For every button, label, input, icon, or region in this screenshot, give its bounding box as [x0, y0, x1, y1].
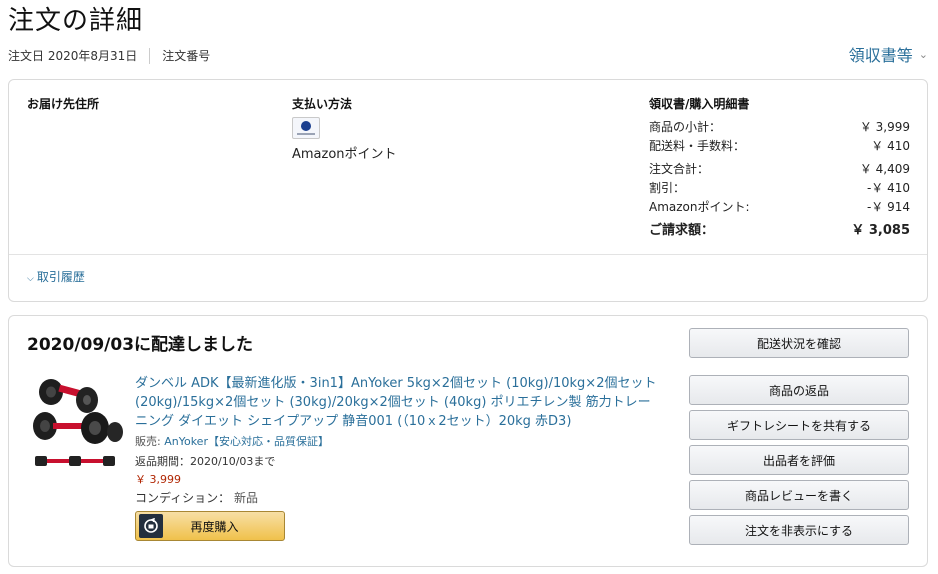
order-date: 2020年8月31日 — [47, 49, 138, 63]
track-package-button[interactable]: 配送状況を確認 — [689, 328, 909, 358]
meta-divider — [149, 47, 151, 64]
totals-row: Amazonポイント: -￥ 914 — [649, 198, 910, 217]
card-logo — [301, 121, 311, 131]
receipt-link-label: 領収書等 — [848, 46, 913, 65]
delivery-status: 2020/09/03に配達しました — [27, 335, 254, 355]
order-summary-panel: お届け先住所 支払い方法 Amazonポイント 領収書/購入明細書 商品の小計：… — [8, 79, 928, 302]
buy-again-icon — [139, 514, 163, 538]
totals-value: ￥ 4,409 — [859, 162, 910, 176]
totals-table: 商品の小計： ￥ 3,999 配送料・手数料： ￥ 410 注文合計： ￥ 4,… — [649, 118, 910, 240]
grand-total-row: ご請求額： ￥ 3,085 — [649, 221, 910, 240]
totals-value: -￥ 914 — [866, 200, 910, 214]
grand-total-label: ご請求額： — [649, 223, 715, 238]
transaction-history-label: 取引履歴 — [36, 270, 85, 284]
card-lines — [297, 133, 315, 135]
totals-row: 配送料・手数料： ￥ 410 — [649, 137, 910, 156]
return-deadline: 返品期間：2020/10/03まで — [135, 455, 276, 468]
totals-value: ￥ 410 — [871, 139, 910, 153]
rate-seller-button[interactable]: 出品者を評価 — [689, 445, 909, 475]
receipt-dropdown[interactable]: 領収書等 ⌄ — [849, 42, 928, 66]
receipt-heading: 領収書/購入明細書 — [649, 97, 750, 111]
totals-value: -￥ 410 — [866, 181, 910, 195]
card-icon — [292, 117, 320, 139]
grand-total-value: ￥ 3,085 — [851, 223, 910, 238]
order-number-label: 注文番号 — [162, 49, 211, 63]
buy-again-button[interactable]: 再度購入 — [135, 511, 285, 541]
return-item-button[interactable]: 商品の返品 — [689, 375, 909, 405]
share-gift-receipt-button[interactable]: ギフトレシートを共有する — [689, 410, 909, 440]
summary-divider — [9, 254, 927, 255]
write-review-button[interactable]: 商品レビューを書く — [689, 480, 909, 510]
totals-label: 商品の小計： — [649, 120, 722, 134]
payment-method-label: 支払い方法 — [292, 97, 353, 111]
order-meta: 注文日 2020年8月31日 注文番号 — [8, 47, 210, 64]
product-title-link[interactable]: ダンベル ADK【最新進化版・3in1】AnYoker 5kg×2個セット (1… — [135, 374, 659, 431]
transaction-history-toggle[interactable]: ⌵ 取引履歴 — [27, 268, 85, 285]
seller-line: 販売: AnYoker【安心対応・品質保証】 — [135, 433, 329, 449]
page-title: 注文の詳細 — [8, 6, 144, 36]
condition-label: コンディション： — [135, 491, 231, 505]
totals-label: Amazonポイント: — [649, 200, 750, 214]
shipment-panel: 2020/09/03に配達しました ダンベル ADK【最新進化版・3in1】An… — [8, 315, 928, 567]
order-date-label: 注文日 — [8, 49, 45, 63]
buy-again-label: 再度購入 — [190, 519, 239, 534]
totals-row: 割引： -￥ 410 — [649, 179, 910, 198]
seller-label: 販売: — [135, 435, 161, 448]
hide-order-button[interactable]: 注文を非表示にする — [689, 515, 909, 545]
item-price: ￥ 3,999 — [135, 473, 181, 486]
shipping-address-label: お届け先住所 — [27, 97, 100, 111]
condition-value: 新品 — [234, 491, 259, 505]
payment-method: Amazonポイント — [292, 147, 397, 162]
totals-row: 注文合計： ￥ 4,409 — [649, 160, 910, 179]
condition-line: コンディション： 新品 — [135, 489, 258, 506]
totals-label: 配送料・手数料： — [649, 139, 746, 153]
seller-link[interactable]: AnYoker【安心対応・品質保証】 — [164, 435, 329, 448]
chevron-down-icon: ⌄ — [918, 47, 928, 61]
totals-label: 割引： — [649, 181, 686, 195]
chevron-down-icon: ⌵ — [27, 274, 34, 284]
totals-label: 注文合計： — [649, 162, 710, 176]
totals-row: 商品の小計： ￥ 3,999 — [649, 118, 910, 137]
dumbbell-set-image[interactable] — [29, 374, 127, 474]
totals-value: ￥ 3,999 — [859, 120, 910, 134]
